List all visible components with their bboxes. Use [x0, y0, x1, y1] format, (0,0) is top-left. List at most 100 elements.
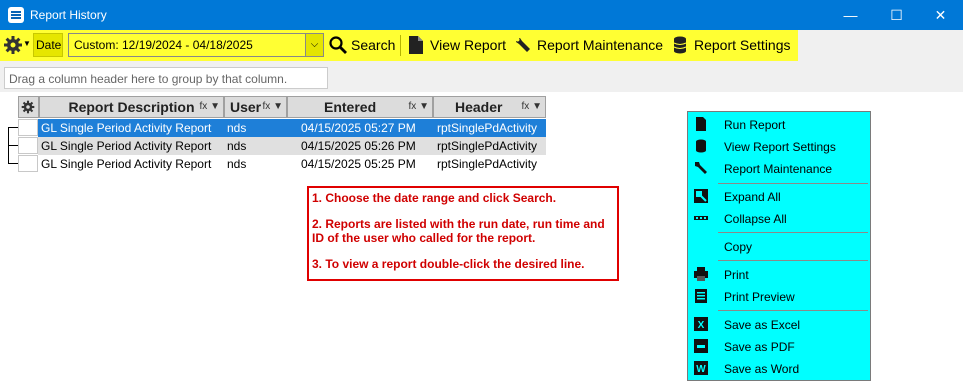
instruction-step-1: 1. Choose the date range and click Searc…	[312, 191, 557, 205]
menu-separator	[718, 232, 868, 233]
menu-item-view-report-settings[interactable]: View Report Settings	[688, 136, 870, 158]
menu-item-print[interactable]: Print	[688, 264, 870, 286]
cell-entered: 04/15/2025 05:25 PM	[301, 157, 416, 171]
minimize-button[interactable]: —	[828, 0, 873, 30]
menu-separator	[718, 183, 868, 184]
menu-item-save-as-word[interactable]: W Save as Word	[688, 358, 870, 380]
row-indicator[interactable]	[18, 137, 38, 154]
menu-item-expand-all[interactable]: Expand All	[688, 186, 870, 208]
cell-entered: 04/15/2025 05:26 PM	[301, 139, 416, 153]
column-header-label: User	[230, 99, 262, 115]
wrench-icon	[515, 37, 530, 52]
column-header-entered[interactable]: Entered fx ▼	[287, 96, 433, 118]
print-preview-icon	[695, 289, 707, 303]
column-header-label: Header	[455, 99, 503, 115]
column-header-user[interactable]: User fx ▼	[224, 96, 287, 118]
database-icon	[673, 36, 687, 54]
word-icon: W	[694, 361, 708, 375]
database-icon	[696, 139, 706, 153]
report-maintenance-button[interactable]: Report Maintenance	[511, 30, 666, 61]
report-icon	[696, 117, 706, 131]
menu-item-label: Save as PDF	[724, 340, 795, 354]
view-report-label: View Report	[430, 37, 507, 53]
maximize-button[interactable]: ☐	[874, 0, 919, 30]
cell-user: nds	[227, 121, 247, 135]
grid-settings-button[interactable]	[18, 96, 39, 118]
column-header-report-description[interactable]: Report Description fx ▼	[39, 96, 224, 118]
menu-item-label: View Report Settings	[724, 140, 836, 154]
copy-icon	[694, 239, 708, 253]
report-settings-button[interactable]: Report Settings	[670, 30, 794, 61]
instructions-callout: 1. Choose the date range and click Searc…	[307, 186, 619, 281]
search-icon	[329, 36, 347, 54]
menu-item-copy[interactable]: Copy	[688, 236, 870, 258]
report-settings-label: Report Settings	[694, 37, 791, 53]
cell-user: nds	[227, 139, 247, 153]
date-range-value: Custom: 12/19/2024 - 04/18/2025	[74, 38, 253, 52]
column-header-label: Report Description	[68, 99, 195, 115]
title-bar[interactable]: Report History — ☐ ✕	[0, 0, 963, 30]
menu-item-save-as-excel[interactable]: X Save as Excel	[688, 314, 870, 336]
window-title: Report History	[30, 8, 107, 22]
svg-text:X: X	[698, 320, 705, 331]
menu-item-label: Print Preview	[724, 290, 795, 304]
menu-item-run-report[interactable]: Run Report	[688, 114, 870, 136]
menu-item-label: Copy	[724, 240, 753, 254]
gear-icon	[4, 36, 22, 54]
menu-item-label: Expand All	[724, 190, 781, 204]
table-row[interactable]: GL Single Period Activity Report nds 04/…	[38, 119, 546, 137]
instruction-step-3: 3. To view a report double-click the des…	[312, 257, 585, 271]
column-filter-icon[interactable]: fx ▼	[522, 97, 542, 117]
cell-header: rptSinglePdActivity	[437, 121, 538, 135]
tree-connector	[8, 145, 18, 146]
column-filter-icon[interactable]: fx ▼	[263, 97, 283, 117]
column-header-header[interactable]: Header fx ▼	[433, 96, 546, 118]
row-indicator[interactable]	[18, 119, 38, 136]
report-icon	[409, 36, 423, 54]
menu-separator	[718, 260, 868, 261]
toolbar-separator	[400, 35, 401, 56]
menu-item-report-maintenance[interactable]: Report Maintenance	[688, 158, 870, 180]
date-label-tab[interactable]: Date	[33, 33, 63, 57]
svg-text:W: W	[696, 364, 706, 375]
menu-item-label: Save as Word	[724, 362, 800, 376]
column-header-label: Entered	[324, 99, 377, 115]
cell-description: GL Single Period Activity Report	[41, 121, 212, 135]
view-report-button[interactable]: View Report	[405, 30, 509, 61]
app-icon	[8, 7, 24, 23]
expand-all-icon	[694, 189, 708, 203]
dropdown-arrow-icon[interactable]: ⌵	[305, 34, 323, 56]
search-button[interactable]: Search	[326, 30, 396, 61]
date-label: Date	[36, 38, 62, 52]
tree-connector	[8, 127, 18, 128]
row-indicator[interactable]	[18, 155, 38, 172]
group-by-drop-zone[interactable]: Drag a column header here to group by th…	[4, 67, 328, 89]
wrench-icon	[695, 162, 707, 174]
settings-menu-button[interactable]: ▼	[2, 34, 31, 56]
instruction-step-2: 2. Reports are listed with the run date,…	[312, 217, 605, 245]
table-row[interactable]: GL Single Period Activity Report nds 04/…	[38, 137, 546, 155]
column-filter-icon[interactable]: fx ▼	[409, 97, 429, 117]
menu-separator	[718, 310, 868, 311]
menu-item-print-preview[interactable]: Print Preview	[688, 286, 870, 308]
date-range-select[interactable]: Custom: 12/19/2024 - 04/18/2025 ⌵	[68, 33, 324, 57]
cell-header: rptSinglePdActivity	[437, 139, 538, 153]
menu-item-label: Report Maintenance	[724, 162, 833, 176]
cell-description: GL Single Period Activity Report	[41, 157, 212, 171]
gear-icon	[21, 100, 35, 114]
context-menu: Run Report View Report Settings Report M…	[687, 111, 871, 381]
excel-icon: X	[694, 317, 708, 331]
menu-item-save-as-pdf[interactable]: Save as PDF	[688, 336, 870, 358]
cell-header: rptSinglePdActivity	[437, 157, 538, 171]
report-maintenance-label: Report Maintenance	[537, 37, 664, 53]
search-label: Search	[351, 37, 396, 53]
column-filter-icon[interactable]: fx ▼	[200, 97, 220, 117]
table-row[interactable]: GL Single Period Activity Report nds 04/…	[38, 155, 546, 173]
printer-icon	[694, 267, 708, 281]
menu-item-collapse-all[interactable]: Collapse All	[688, 208, 870, 230]
close-button[interactable]: ✕	[918, 0, 963, 30]
menu-item-label: Print	[724, 268, 749, 282]
cell-description: GL Single Period Activity Report	[41, 139, 212, 153]
menu-item-label: Collapse All	[724, 212, 787, 226]
chevron-down-icon: ▼	[23, 39, 31, 48]
